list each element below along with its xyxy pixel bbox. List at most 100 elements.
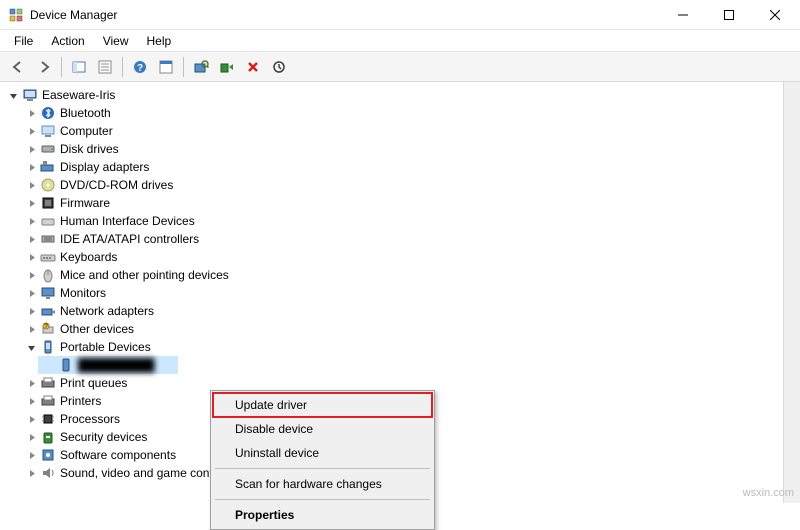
expand-icon[interactable] [24,286,38,300]
expand-icon[interactable] [24,322,38,336]
tree-item-keyboards[interactable]: Keyboards [20,248,800,266]
menubar: File Action View Help [0,30,800,52]
ide-icon [40,231,56,247]
expand-icon[interactable] [24,142,38,156]
expand-icon[interactable] [24,466,38,480]
device-icon [58,357,74,373]
toolbar-separator [183,57,184,77]
properties-button[interactable] [93,55,117,79]
minimize-button[interactable] [660,0,706,30]
tree-item-label: Display adapters [60,160,149,174]
expand-icon[interactable] [24,304,38,318]
disk-icon [40,141,56,157]
tree-item-label: Monitors [60,286,106,300]
tree-item-label: Bluetooth [60,106,111,120]
expand-icon[interactable] [24,394,38,408]
expand-icon[interactable] [24,250,38,264]
back-button[interactable] [6,55,30,79]
tree-item-label: Security devices [60,430,147,444]
tree-item-other[interactable]: ? Other devices [20,320,800,338]
context-menu: Update driver Disable device Uninstall d… [210,390,435,530]
expand-icon[interactable] [24,412,38,426]
tree-item-network[interactable]: Network adapters [20,302,800,320]
tree-item-portable[interactable]: Portable Devices [20,338,800,356]
show-hide-button[interactable] [67,55,91,79]
tree-item-label: Firmware [60,196,110,210]
tree-item-hid[interactable]: Human Interface Devices [20,212,800,230]
help-button[interactable]: ? [128,55,152,79]
menu-view[interactable]: View [95,32,137,50]
tree-item-display-adapters[interactable]: Display adapters [20,158,800,176]
toolbar-separator [61,57,62,77]
keyboard-icon [40,249,56,265]
forward-button[interactable] [32,55,56,79]
update-driver-button[interactable] [267,55,291,79]
window-title: Device Manager [30,8,117,22]
portable-icon [40,339,56,355]
context-properties[interactable]: Properties [213,503,432,527]
context-scan[interactable]: Scan for hardware changes [213,472,432,496]
expand-icon[interactable] [24,214,38,228]
expand-icon[interactable] [24,430,38,444]
processor-icon [40,411,56,427]
tree-item-monitors[interactable]: Monitors [20,284,800,302]
toolbar: ? [0,52,800,82]
menu-file[interactable]: File [6,32,41,50]
tree-item-label: Network adapters [60,304,154,318]
watermark: wsxin.com [743,487,794,499]
toolbar-separator [122,57,123,77]
collapse-icon[interactable] [24,340,38,354]
tree-item-mice[interactable]: Mice and other pointing devices [20,266,800,284]
scan-hardware-button[interactable] [189,55,213,79]
portable-children: █████████ [20,356,800,374]
context-disable-device[interactable]: Disable device [213,417,432,441]
expand-icon[interactable] [24,232,38,246]
context-uninstall-device[interactable]: Uninstall device [213,441,432,465]
tree-item-label: Mice and other pointing devices [60,268,229,282]
menu-help[interactable]: Help [139,32,180,50]
device-properties-button[interactable] [154,55,178,79]
firmware-icon [40,195,56,211]
vertical-scrollbar[interactable] [783,82,800,503]
printer-icon [40,375,56,391]
collapse-icon[interactable] [6,88,20,102]
tree-item-label: Keyboards [60,250,117,264]
expand-icon[interactable] [24,124,38,138]
dvd-icon [40,177,56,193]
no-expand [42,358,56,372]
context-update-driver[interactable]: Update driver [213,393,432,417]
tree-item-computer[interactable]: Computer [20,122,800,140]
tree-item-dvd[interactable]: DVD/CD-ROM drives [20,176,800,194]
tree-item-label: Print queues [60,376,127,390]
context-separator [215,499,430,500]
tree-item-ide[interactable]: IDE ATA/ATAPI controllers [20,230,800,248]
expand-icon[interactable] [24,448,38,462]
expand-icon[interactable] [24,376,38,390]
root-label: Easeware-Iris [42,88,115,102]
mouse-icon [40,267,56,283]
context-separator [215,468,430,469]
other-icon: ? [40,321,56,337]
expand-icon[interactable] [24,178,38,192]
expand-icon[interactable] [24,106,38,120]
software-icon [40,447,56,463]
tree-root[interactable]: Easeware-Iris [2,86,800,104]
hid-icon [40,213,56,229]
tree-item-selected-device[interactable]: █████████ [38,356,178,374]
tree-item-bluetooth[interactable]: Bluetooth [20,104,800,122]
menu-action[interactable]: Action [43,32,92,50]
maximize-button[interactable] [706,0,752,30]
tree-item-label: Printers [60,394,101,408]
enable-device-button[interactable] [215,55,239,79]
tree-item-firmware[interactable]: Firmware [20,194,800,212]
tree-item-label: Portable Devices [60,340,151,354]
display-icon [40,159,56,175]
tree-item-disk-drives[interactable]: Disk drives [20,140,800,158]
close-button[interactable] [752,0,798,30]
uninstall-button[interactable] [241,55,265,79]
monitor-icon [40,285,56,301]
expand-icon[interactable] [24,196,38,210]
expand-icon[interactable] [24,160,38,174]
expand-icon[interactable] [24,268,38,282]
tree-item-label: Computer [60,124,113,138]
